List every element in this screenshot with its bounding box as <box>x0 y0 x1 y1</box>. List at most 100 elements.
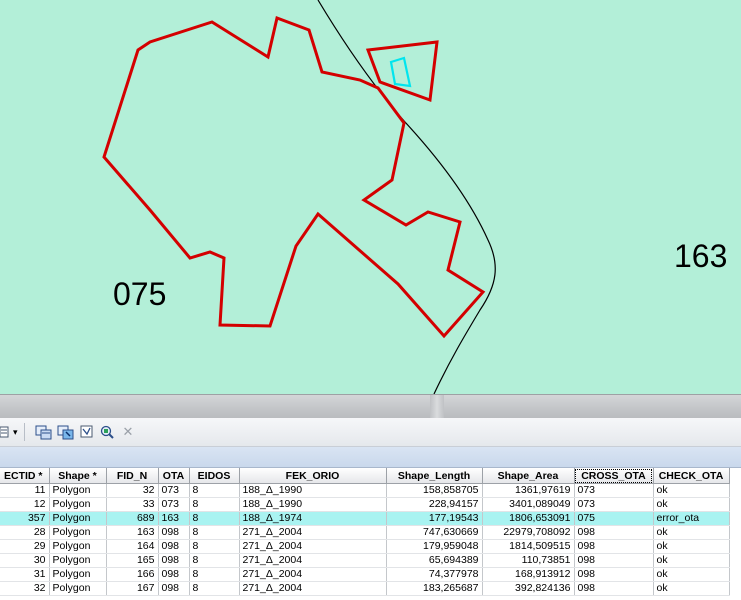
splitter-grip[interactable] <box>430 395 444 419</box>
table-cell[interactable]: Polygon <box>49 497 107 512</box>
table-cell[interactable]: Polygon <box>49 553 107 568</box>
table-cell[interactable]: 271_Δ_2004 <box>239 567 387 582</box>
table-cell[interactable]: 073 <box>574 497 654 512</box>
table-cell[interactable]: 098 <box>158 567 190 582</box>
table-cell[interactable]: error_ota <box>653 511 730 526</box>
table-cell[interactable]: 30 <box>0 553 50 568</box>
map-canvas[interactable] <box>0 0 741 394</box>
table-cell[interactable]: 075 <box>574 511 654 526</box>
table-cell[interactable]: 22979,708092 <box>482 525 575 540</box>
table-cell[interactable]: 271_Δ_2004 <box>239 525 387 540</box>
switch-selection-icon[interactable] <box>79 422 95 442</box>
table-cell[interactable]: 098 <box>574 525 654 540</box>
table-cell[interactable]: 188_Δ_1990 <box>239 497 387 512</box>
table-row[interactable]: 12 Polygon 33 073 8 188_Δ_1990 228,94157 3401,0… <box>0 497 730 512</box>
table-cell[interactable]: 271_Δ_2004 <box>239 553 387 568</box>
column-header-ota[interactable]: OTA <box>158 468 190 484</box>
column-header-shape-area[interactable]: Shape_Area <box>482 468 575 484</box>
table-row[interactable]: 32 Polygon 167 098 8 271_Δ_2004 183,265687 392,… <box>0 581 730 596</box>
table-cell[interactable]: 8 <box>189 553 240 568</box>
table-cell[interactable]: Polygon <box>49 483 107 498</box>
column-header-shape[interactable]: Shape * <box>49 468 107 484</box>
table-cell[interactable]: 8 <box>189 581 240 596</box>
zoom-to-selected-icon[interactable] <box>99 422 115 442</box>
table-cell[interactable]: 31 <box>0 567 50 582</box>
table-cell[interactable]: 8 <box>189 511 240 526</box>
related-tables-icon[interactable] <box>35 422 53 442</box>
table-cell[interactable]: 179,959048 <box>386 539 483 554</box>
delete-selected-icon[interactable]: ✕ <box>123 422 134 442</box>
table-cell[interactable]: 166 <box>106 567 159 582</box>
table-cell[interactable]: 689 <box>106 511 159 526</box>
table-cell[interactable]: 163 <box>106 525 159 540</box>
table-cell[interactable]: 271_Δ_2004 <box>239 539 387 554</box>
table-cell[interactable]: 28 <box>0 525 50 540</box>
table-cell[interactable]: 188_Δ_1990 <box>239 483 387 498</box>
attribute-grid[interactable]: ECTID * Shape * FID_N OTA EIDOS FEK_ORIO Shape… <box>0 468 730 596</box>
table-cell[interactable]: 188_Δ_1974 <box>239 511 387 526</box>
table-cell[interactable]: 073 <box>574 483 654 498</box>
table-cell[interactable]: 8 <box>189 567 240 582</box>
column-header-ectid[interactable]: ECTID * <box>0 468 50 484</box>
table-cell[interactable]: 65,694389 <box>386 553 483 568</box>
table-cell[interactable]: 29 <box>0 539 50 554</box>
table-row[interactable]: 28 Polygon 163 098 8 271_Δ_2004 747,630669 2297… <box>0 525 730 540</box>
table-options-icon[interactable]: ▾ <box>0 422 18 442</box>
table-cell[interactable]: Polygon <box>49 539 107 554</box>
table-cell[interactable]: ok <box>653 581 730 596</box>
table-cell[interactable]: 177,19543 <box>386 511 483 526</box>
table-cell[interactable]: Polygon <box>49 525 107 540</box>
table-cell[interactable]: 11 <box>0 483 50 498</box>
table-cell[interactable]: 098 <box>158 581 190 596</box>
table-cell[interactable]: 1806,653091 <box>482 511 575 526</box>
table-cell[interactable]: 392,824136 <box>482 581 575 596</box>
table-cell[interactable]: 357 <box>0 511 50 526</box>
column-header-cross-ota[interactable]: CROSS_OTA <box>574 468 654 484</box>
table-cell[interactable]: Polygon <box>49 581 107 596</box>
column-header-eidos[interactable]: EIDOS <box>189 468 240 484</box>
select-by-attributes-icon[interactable] <box>57 422 75 442</box>
table-cell[interactable]: 110,73851 <box>482 553 575 568</box>
table-cell[interactable]: 098 <box>158 553 190 568</box>
table-cell[interactable]: ok <box>653 525 730 540</box>
table-cell[interactable]: 271_Δ_2004 <box>239 581 387 596</box>
table-cell[interactable]: Polygon <box>49 511 107 526</box>
table-cell[interactable]: 8 <box>189 483 240 498</box>
table-cell[interactable]: ok <box>653 539 730 554</box>
small-parcel-outline[interactable] <box>365 40 439 103</box>
table-cell[interactable]: 747,630669 <box>386 525 483 540</box>
table-row[interactable]: 30 Polygon 165 098 8 271_Δ_2004 65,694389 110,7… <box>0 553 730 568</box>
splitter-bar[interactable] <box>0 394 741 419</box>
table-cell[interactable]: 33 <box>106 497 159 512</box>
map-view[interactable]: 075 163 <box>0 0 741 394</box>
table-cell[interactable]: 32 <box>0 581 50 596</box>
table-cell[interactable]: 167 <box>106 581 159 596</box>
table-cell[interactable]: 164 <box>106 539 159 554</box>
attribute-table[interactable]: ECTID * Shape * FID_N OTA EIDOS FEK_ORIO Shape… <box>0 468 741 600</box>
table-cell[interactable]: 098 <box>158 539 190 554</box>
table-cell[interactable]: 3401,089049 <box>482 497 575 512</box>
table-row[interactable]: 11 Polygon 32 073 8 188_Δ_1990 158,858705 1361,… <box>0 483 730 498</box>
table-cell[interactable]: 32 <box>106 483 159 498</box>
column-header-fid-n[interactable]: FID_N <box>106 468 159 484</box>
column-header-shape-length[interactable]: Shape_Length <box>386 468 483 484</box>
table-row[interactable]: 31 Polygon 166 098 8 271_Δ_2004 74,377978 168,9… <box>0 567 730 582</box>
table-cell[interactable]: 8 <box>189 497 240 512</box>
highlighted-feature-outline[interactable] <box>389 56 412 88</box>
table-cell[interactable]: 098 <box>574 567 654 582</box>
column-header-fek-orio[interactable]: FEK_ORIO <box>239 468 387 484</box>
column-header-check-ota[interactable]: CHECK_OTA <box>653 468 730 484</box>
table-cell[interactable]: 183,265687 <box>386 581 483 596</box>
table-cell[interactable]: ok <box>653 483 730 498</box>
table-cell[interactable]: ok <box>653 567 730 582</box>
table-cell[interactable]: 098 <box>158 525 190 540</box>
table-cell[interactable]: 098 <box>574 539 654 554</box>
table-cell[interactable]: 168,913912 <box>482 567 575 582</box>
table-cell[interactable]: ok <box>653 497 730 512</box>
table-cell[interactable]: 74,377978 <box>386 567 483 582</box>
table-cell[interactable]: 158,858705 <box>386 483 483 498</box>
table-cell[interactable]: Polygon <box>49 567 107 582</box>
table-row[interactable]: 357 Polygon 689 163 8 188_Δ_1974 177,19543 1806… <box>0 511 730 526</box>
table-cell[interactable]: 073 <box>158 483 190 498</box>
table-cell[interactable]: 8 <box>189 525 240 540</box>
